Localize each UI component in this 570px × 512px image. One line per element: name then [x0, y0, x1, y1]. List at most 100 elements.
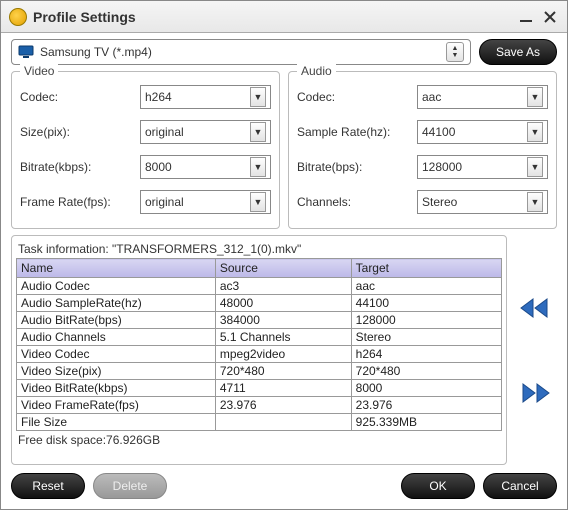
table-cell: File Size — [17, 414, 216, 431]
audio-codec-value: aac — [422, 90, 527, 104]
table-row[interactable]: Audio BitRate(bps)384000128000 — [17, 312, 502, 329]
col-target[interactable]: Target — [351, 259, 501, 278]
chevron-down-icon: ▼ — [527, 87, 543, 107]
video-codec-select[interactable]: h264 ▼ — [140, 85, 271, 109]
reset-button[interactable]: Reset — [11, 473, 85, 499]
table-row[interactable]: Audio SampleRate(hz)4800044100 — [17, 295, 502, 312]
table-row[interactable]: Audio Codecac3aac — [17, 278, 502, 295]
save-as-button[interactable]: Save As — [479, 39, 557, 65]
table-row[interactable]: Video Size(pix)720*480720*480 — [17, 363, 502, 380]
col-name[interactable]: Name — [17, 259, 216, 278]
cancel-button[interactable]: Cancel — [483, 473, 557, 499]
audio-legend: Audio — [297, 64, 336, 78]
free-disk-space: Free disk space:76.926GB — [16, 431, 502, 447]
delete-button[interactable]: Delete — [93, 473, 167, 499]
audio-samplerate-value: 44100 — [422, 125, 527, 139]
window-title: Profile Settings — [33, 9, 511, 25]
side-nav — [513, 235, 557, 465]
table-cell: mpeg2video — [215, 346, 351, 363]
profile-toolbar: Samsung TV (*.mp4) ▲▼ Save As — [1, 33, 567, 71]
table-cell: Audio BitRate(bps) — [17, 312, 216, 329]
chevron-down-icon: ▼ — [527, 122, 543, 142]
audio-bitrate-select[interactable]: 128000 ▼ — [417, 155, 548, 179]
audio-channels-select[interactable]: Stereo ▼ — [417, 190, 548, 214]
chevron-down-icon: ▼ — [250, 122, 266, 142]
table-cell: Stereo — [351, 329, 501, 346]
chevron-down-icon: ▼ — [250, 87, 266, 107]
table-cell: 720*480 — [215, 363, 351, 380]
table-cell: 48000 — [215, 295, 351, 312]
table-row[interactable]: Audio Channels5.1 ChannelsStereo — [17, 329, 502, 346]
video-codec-label: Codec: — [20, 90, 140, 104]
video-size-label: Size(pix): — [20, 125, 140, 139]
footer: Reset Delete OK Cancel — [1, 465, 567, 509]
titlebar: Profile Settings — [1, 1, 567, 33]
tv-icon — [18, 45, 34, 59]
table-cell: 8000 — [351, 380, 501, 397]
table-row[interactable]: File Size 925.339MB — [17, 414, 502, 431]
table-cell: Audio Channels — [17, 329, 216, 346]
audio-samplerate-select[interactable]: 44100 ▼ — [417, 120, 548, 144]
table-cell: aac — [351, 278, 501, 295]
table-row[interactable]: Video FrameRate(fps)23.97623.976 — [17, 397, 502, 414]
col-source[interactable]: Source — [215, 259, 351, 278]
audio-codec-label: Codec: — [297, 90, 417, 104]
next-button[interactable] — [515, 379, 555, 407]
table-row[interactable]: Video BitRate(kbps)47118000 — [17, 380, 502, 397]
table-cell: Video Codec — [17, 346, 216, 363]
audio-bitrate-label: Bitrate(bps): — [297, 160, 417, 174]
table-cell: 44100 — [351, 295, 501, 312]
table-cell: Video BitRate(kbps) — [17, 380, 216, 397]
close-button[interactable] — [541, 8, 559, 26]
chevron-down-icon: ▼ — [527, 157, 543, 177]
table-cell: ac3 — [215, 278, 351, 295]
video-codec-value: h264 — [145, 90, 250, 104]
audio-samplerate-label: Sample Rate(hz): — [297, 125, 417, 139]
settings-panels: Video Codec: h264 ▼ Size(pix): original … — [1, 71, 567, 235]
table-cell: 925.339MB — [351, 414, 501, 431]
video-framerate-label: Frame Rate(fps): — [20, 195, 140, 209]
chevron-down-icon: ▼ — [250, 157, 266, 177]
table-cell — [215, 414, 351, 431]
video-bitrate-label: Bitrate(kbps): — [20, 160, 140, 174]
task-info-box: Task information: "TRANSFORMERS_312_1(0)… — [11, 235, 507, 465]
chevron-down-icon: ▼ — [527, 192, 543, 212]
table-cell: 128000 — [351, 312, 501, 329]
audio-panel: Audio Codec: aac ▼ Sample Rate(hz): 4410… — [288, 71, 557, 229]
profile-dropdown-text: Samsung TV (*.mp4) — [40, 45, 440, 59]
ok-button[interactable]: OK — [401, 473, 475, 499]
video-bitrate-select[interactable]: 8000 ▼ — [140, 155, 271, 179]
audio-bitrate-value: 128000 — [422, 160, 527, 174]
dropdown-spinner-icon[interactable]: ▲▼ — [446, 42, 464, 62]
table-cell: Video FrameRate(fps) — [17, 397, 216, 414]
video-panel: Video Codec: h264 ▼ Size(pix): original … — [11, 71, 280, 229]
video-size-value: original — [145, 125, 250, 139]
prev-button[interactable] — [515, 294, 555, 322]
chevron-down-icon: ▼ — [250, 192, 266, 212]
video-framerate-select[interactable]: original ▼ — [140, 190, 271, 214]
video-legend: Video — [20, 64, 58, 78]
video-bitrate-value: 8000 — [145, 160, 250, 174]
task-table: Name Source Target Audio Codecac3aacAudi… — [16, 258, 502, 431]
video-size-select[interactable]: original ▼ — [140, 120, 271, 144]
audio-codec-select[interactable]: aac ▼ — [417, 85, 548, 109]
audio-channels-label: Channels: — [297, 195, 417, 209]
app-icon — [9, 8, 27, 26]
table-cell: 384000 — [215, 312, 351, 329]
table-cell: h264 — [351, 346, 501, 363]
profile-dropdown[interactable]: Samsung TV (*.mp4) ▲▼ — [11, 39, 471, 65]
table-cell: 23.976 — [215, 397, 351, 414]
minimize-button[interactable] — [517, 8, 535, 26]
table-header-row: Name Source Target — [17, 259, 502, 278]
table-row[interactable]: Video Codecmpeg2videoh264 — [17, 346, 502, 363]
table-cell: Audio Codec — [17, 278, 216, 295]
table-cell: 720*480 — [351, 363, 501, 380]
table-cell: Audio SampleRate(hz) — [17, 295, 216, 312]
task-info-header: Task information: "TRANSFORMERS_312_1(0)… — [16, 240, 502, 258]
audio-channels-value: Stereo — [422, 195, 527, 209]
profile-settings-window: Profile Settings Samsung TV (*.mp4) ▲▼ S… — [0, 0, 568, 510]
table-cell: 4711 — [215, 380, 351, 397]
task-area: Task information: "TRANSFORMERS_312_1(0)… — [1, 235, 567, 465]
table-cell: 23.976 — [351, 397, 501, 414]
table-cell: 5.1 Channels — [215, 329, 351, 346]
